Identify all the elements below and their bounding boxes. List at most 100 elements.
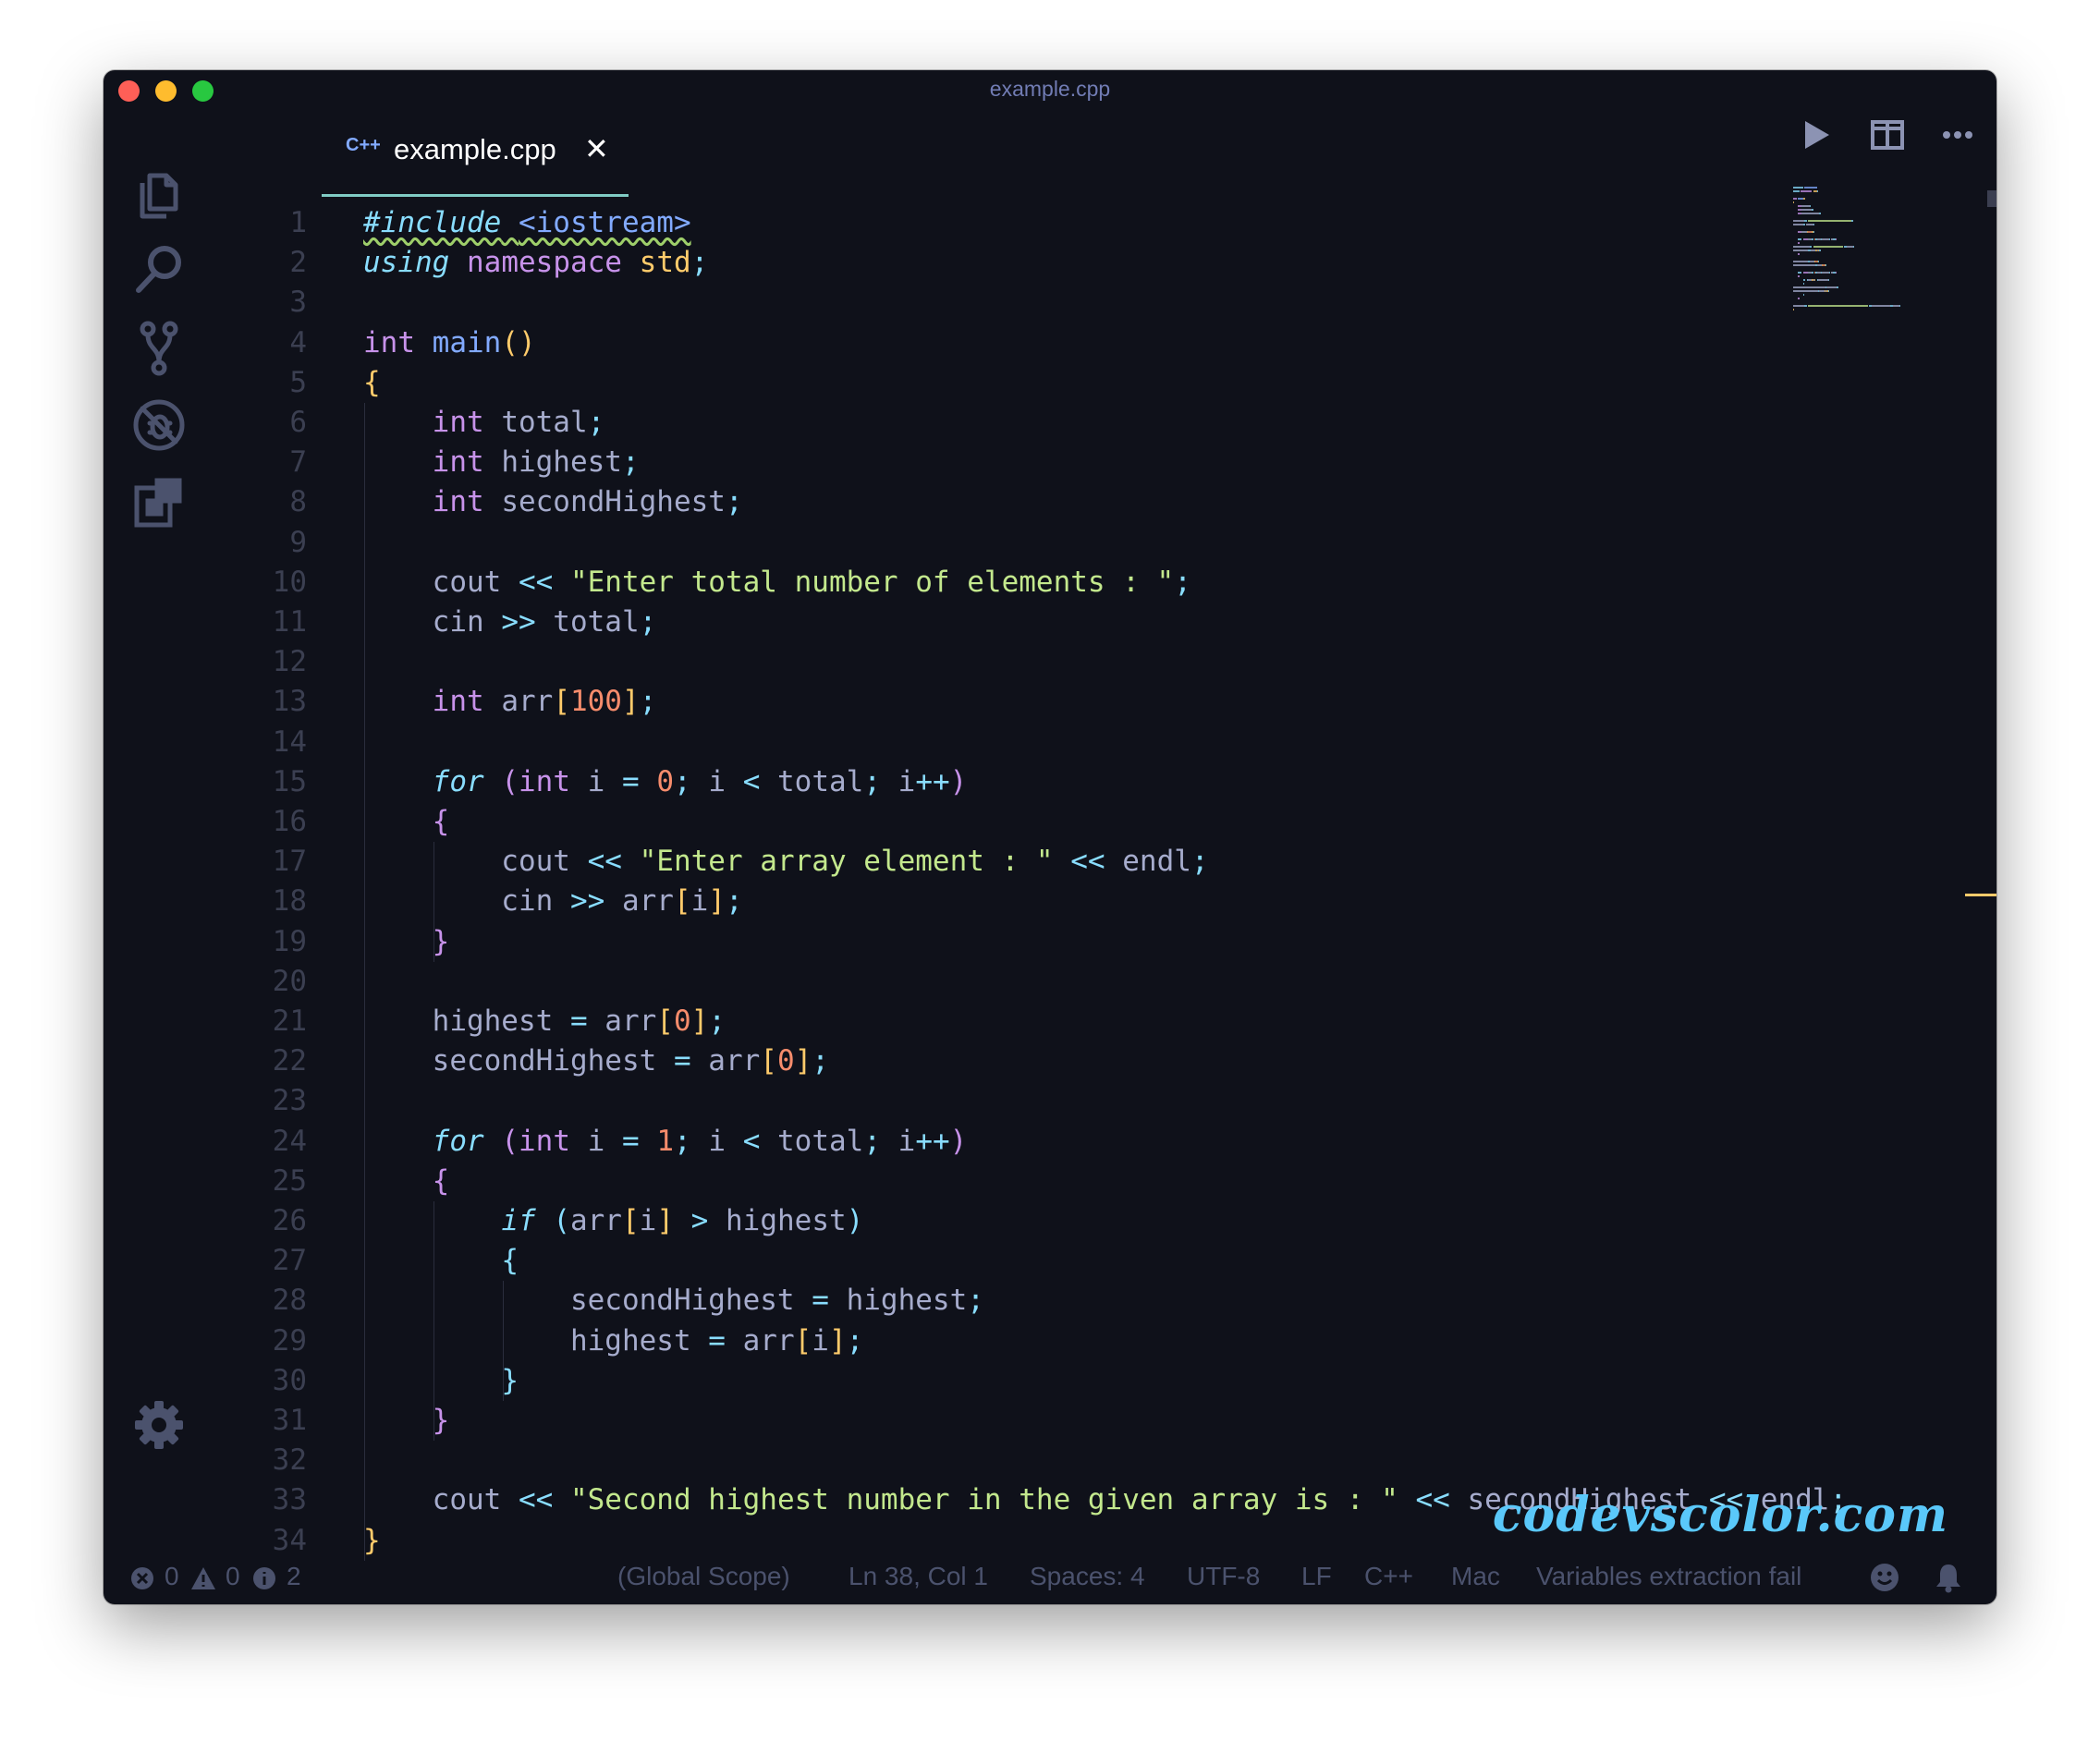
search-icon[interactable]: [129, 240, 189, 299]
line-endings[interactable]: LF: [1301, 1562, 1332, 1591]
code-line[interactable]: 13 int arr[100];: [214, 682, 307, 722]
code-token: cout: [363, 1483, 519, 1516]
split-editor-icon[interactable]: [1869, 116, 1906, 153]
line-number: 19: [214, 922, 307, 962]
minimap-token: [1853, 246, 1854, 248]
code-token: <iostream>: [519, 206, 691, 239]
code-line[interactable]: 17 cout << "Enter array element : " << e…: [214, 842, 307, 882]
code-line[interactable]: 23: [214, 1081, 307, 1121]
code-line[interactable]: 27 {: [214, 1241, 307, 1281]
code-line[interactable]: 5{: [214, 363, 307, 403]
code-token: (): [501, 326, 535, 359]
code-line[interactable]: 21 highest = arr[0];: [214, 1002, 307, 1041]
code-token: ;: [674, 1125, 691, 1158]
close-icon[interactable]: ✕: [584, 131, 609, 166]
code-token: int: [519, 1125, 570, 1158]
code-line[interactable]: 8 int secondHighest;: [214, 482, 307, 522]
code-token: cin: [363, 884, 570, 918]
code-line[interactable]: 15 for (int i = 0; i < total; i++): [214, 762, 307, 802]
line-number: 22: [214, 1041, 307, 1081]
code-token: [363, 1164, 433, 1198]
encoding[interactable]: UTF-8: [1187, 1562, 1260, 1591]
code-text: highest = arr[i];: [363, 1321, 863, 1361]
minimap-token: [1793, 250, 1808, 251]
gear-icon[interactable]: [129, 1395, 189, 1455]
code-token: (: [501, 1125, 519, 1158]
code-line[interactable]: 16 {: [214, 802, 307, 842]
warning-icon[interactable]: [190, 1565, 216, 1591]
code-token: >: [691, 1204, 709, 1237]
line-number: 5: [214, 363, 307, 403]
debug-icon[interactable]: [129, 396, 189, 455]
code-line[interactable]: 4int main(): [214, 323, 307, 363]
code-line[interactable]: 10 cout << "Enter total number of elemen…: [214, 563, 307, 603]
minimap-token: [1793, 290, 1818, 292]
extensions-icon[interactable]: [129, 473, 189, 532]
code-line[interactable]: 1#include <iostream>: [214, 203, 307, 243]
code-line[interactable]: 7 int highest;: [214, 443, 307, 482]
feedback-smiley-icon[interactable]: [1869, 1562, 1900, 1593]
code-line[interactable]: 26 if (arr[i] > highest): [214, 1201, 307, 1241]
code-token: ;: [708, 1004, 726, 1038]
error-count[interactable]: 0: [165, 1562, 179, 1591]
indentation[interactable]: Spaces: 4: [1030, 1562, 1145, 1591]
minimap[interactable]: [1793, 187, 1960, 325]
line-number: 18: [214, 882, 307, 921]
code-line[interactable]: 9: [214, 523, 307, 563]
code-token: std: [640, 246, 691, 279]
code-line[interactable]: 18 cin >> arr[i];: [214, 882, 307, 921]
tab-example-cpp[interactable]: C++ example.cpp ✕: [322, 111, 629, 197]
warning-count[interactable]: 0: [226, 1562, 240, 1591]
code-editor[interactable]: 1#include <iostream>2using namespace std…: [214, 196, 1996, 1552]
scrollbar-thumb[interactable]: [1987, 190, 1996, 207]
info-icon[interactable]: [251, 1565, 277, 1591]
code-line[interactable]: 28 secondHighest = highest;: [214, 1281, 307, 1321]
minimap-token: [1813, 231, 1814, 233]
line-number: 13: [214, 682, 307, 722]
line-number: 21: [214, 1002, 307, 1041]
code-token: [640, 1125, 657, 1158]
code-token: ;: [622, 445, 640, 479]
code-line[interactable]: 29 highest = arr[i];: [214, 1321, 307, 1361]
platform[interactable]: Mac: [1451, 1562, 1500, 1591]
minimap-token: [1793, 190, 1800, 192]
code-line[interactable]: 32: [214, 1441, 307, 1480]
code-line[interactable]: 25 {: [214, 1162, 307, 1201]
notifications-bell-icon[interactable]: [1934, 1562, 1963, 1593]
code-line[interactable]: 31 }: [214, 1401, 307, 1441]
info-count[interactable]: 2: [287, 1562, 301, 1591]
code-token: cout: [363, 845, 588, 878]
code-line[interactable]: 24 for (int i = 1; i < total; i++): [214, 1122, 307, 1162]
minimap-token: [1836, 238, 1837, 240]
minimap-token: [1810, 205, 1811, 207]
code-token: [363, 485, 433, 518]
code-line[interactable]: 6 int total;: [214, 403, 307, 443]
more-icon[interactable]: [1939, 116, 1976, 153]
code-line[interactable]: 12: [214, 642, 307, 682]
code-line[interactable]: 2using namespace std;: [214, 243, 307, 283]
code-line[interactable]: 33 cout << "Second highest number in the…: [214, 1480, 307, 1520]
code-token: [484, 1125, 502, 1158]
line-number: 9: [214, 523, 307, 563]
files-icon[interactable]: [129, 163, 189, 222]
code-line[interactable]: 11 cin >> total;: [214, 603, 307, 642]
code-token: ]: [691, 1004, 709, 1038]
code-line[interactable]: 20: [214, 962, 307, 1002]
code-line[interactable]: 19 }: [214, 922, 307, 962]
error-icon[interactable]: [129, 1565, 155, 1591]
code-token: >>: [570, 884, 604, 918]
code-token: ): [847, 1204, 864, 1237]
code-token: [363, 1244, 501, 1277]
code-line[interactable]: 3: [214, 283, 307, 323]
minimap-token: [1804, 305, 1807, 307]
language-mode[interactable]: C++: [1364, 1562, 1413, 1591]
scope-indicator[interactable]: (Global Scope): [617, 1562, 790, 1591]
code-line[interactable]: 22 secondHighest = arr[0];: [214, 1041, 307, 1081]
cursor-position[interactable]: Ln 38, Col 1: [849, 1562, 988, 1591]
source-control-icon[interactable]: [129, 318, 189, 377]
code-token: "Second highest number in the given arra…: [570, 1483, 1398, 1516]
code-line[interactable]: 30 }: [214, 1361, 307, 1401]
code-line[interactable]: 14: [214, 723, 307, 762]
line-number: 33: [214, 1480, 307, 1520]
run-icon[interactable]: [1797, 116, 1834, 153]
